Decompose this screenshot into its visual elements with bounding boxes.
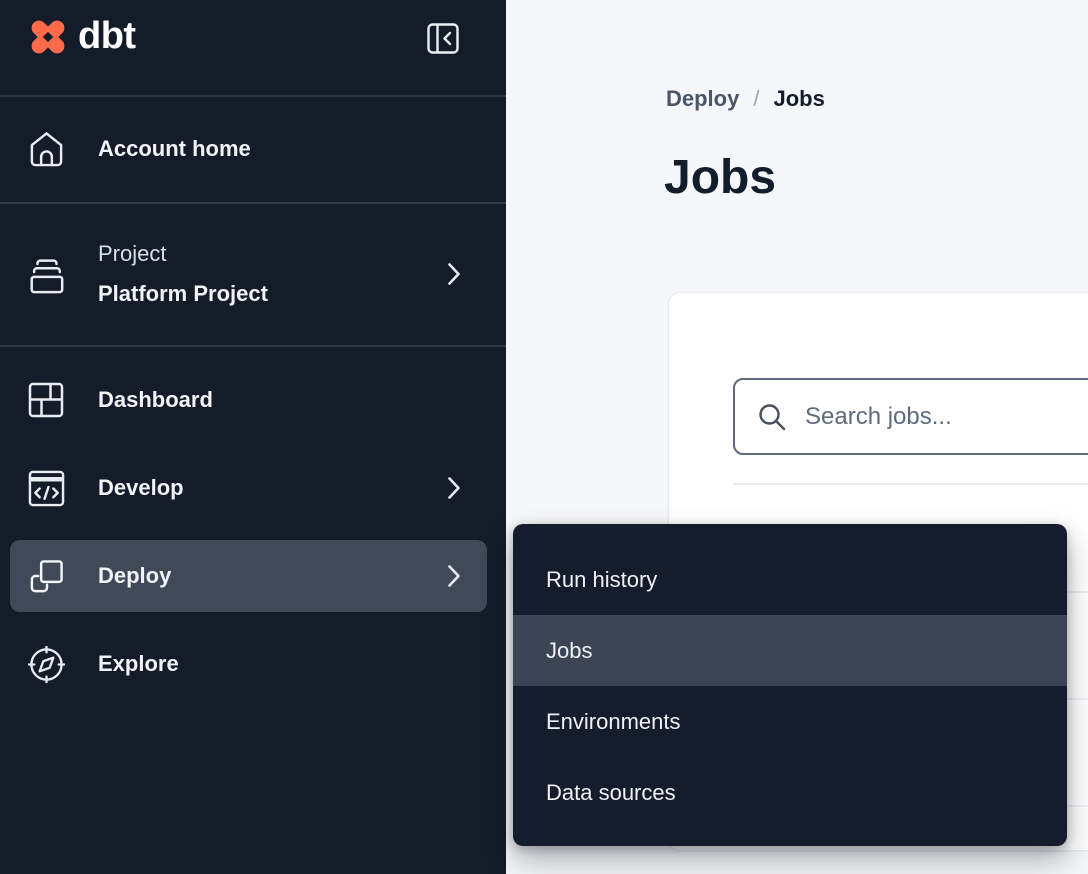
breadcrumb: Deploy / Jobs (666, 84, 825, 114)
breadcrumb-separator: / (753, 84, 759, 114)
sidebar-item-label: Dashboard (98, 387, 213, 413)
chevron-right-icon (448, 263, 460, 285)
dbt-cloud-app: dbt Account home (0, 0, 1088, 874)
sidebar: dbt Account home (0, 0, 506, 874)
project-stack-icon (26, 253, 66, 295)
sidebar-item-project-label: Project (98, 234, 268, 274)
submenu-item-label: Jobs (546, 638, 592, 664)
search-jobs-input[interactable] (803, 402, 1088, 432)
submenu-item-label: Environments (546, 709, 681, 735)
breadcrumb-current: Jobs (773, 84, 824, 114)
deploy-icon (28, 557, 65, 596)
sidebar-divider (0, 345, 506, 347)
submenu-item-run-history[interactable]: Run history (513, 544, 1067, 615)
collapse-sidebar-icon (427, 23, 459, 54)
collapse-sidebar-button[interactable] (427, 23, 459, 54)
sidebar-item-develop[interactable]: Develop (0, 452, 506, 524)
dbt-logotype: dbt (78, 13, 136, 59)
sidebar-item-project-name: Platform Project (98, 274, 268, 314)
breadcrumb-deploy-link[interactable]: Deploy (666, 84, 739, 114)
search-box (733, 378, 1088, 455)
sidebar-item-dashboard[interactable]: Dashboard (0, 364, 506, 436)
sidebar-item-project[interactable]: Project Platform Project (0, 202, 506, 345)
sidebar-item-label: Explore (98, 651, 179, 677)
search-icon (757, 402, 787, 432)
sidebar-item-explore[interactable]: Explore (0, 628, 506, 700)
dashboard-icon (28, 382, 64, 418)
submenu-item-data-sources[interactable]: Data sources (513, 757, 1067, 828)
dbt-logo-icon (26, 15, 70, 59)
sidebar-item-deploy[interactable]: Deploy (10, 540, 487, 612)
compass-icon (28, 646, 65, 683)
code-window-icon (28, 470, 65, 507)
submenu-item-environments[interactable]: Environments (513, 686, 1067, 757)
page-title: Jobs (664, 150, 776, 206)
sidebar-item-account-home[interactable]: Account home (0, 95, 506, 202)
submenu-item-jobs[interactable]: Jobs (513, 615, 1067, 686)
sidebar-item-label: Deploy (98, 563, 171, 589)
deploy-submenu: Run history Jobs Environments Data sourc… (513, 524, 1067, 846)
submenu-item-label: Run history (546, 567, 657, 593)
submenu-item-label: Data sources (546, 780, 676, 806)
chevron-right-icon (448, 565, 460, 587)
card-divider (733, 483, 1088, 485)
sidebar-item-label: Account home (98, 136, 251, 162)
chevron-right-icon (448, 477, 460, 499)
sidebar-item-label: Develop (98, 475, 184, 501)
home-icon (28, 129, 65, 168)
